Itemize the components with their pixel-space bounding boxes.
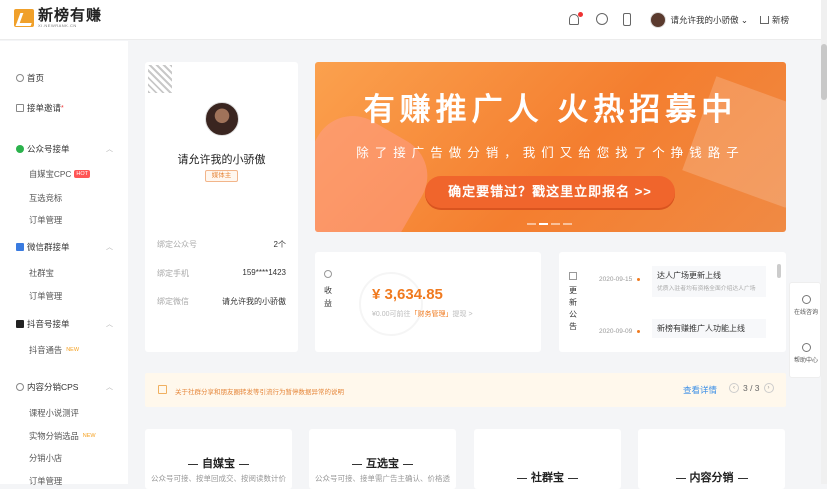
mobile-phone-icon[interactable]: [623, 13, 637, 27]
withdraw-link[interactable]: ¥0.00可前往「财务管理」提现 >: [372, 309, 473, 319]
scrollbar-thumb[interactable]: [821, 44, 827, 100]
chevron-up-icon[interactable]: ︿: [106, 144, 113, 154]
carousel-dots[interactable]: [527, 223, 572, 225]
alert-text[interactable]: 关于社群分享和朋友圈转发等引流行为暂停数据异常的说明: [175, 386, 344, 396]
sidebar-item-shequnbao[interactable]: 社群宝: [29, 267, 54, 279]
role-badge: 媒体主: [205, 170, 238, 182]
user-name-dropdown[interactable]: 请允许我的小骄傲 ⌄: [670, 14, 748, 26]
alert-bar: 关于社群分享和朋友圈转发等引流行为暂停数据异常的说明 查看详情 ‹ 3 / 3 …: [145, 373, 786, 407]
hot-badge: HOT: [74, 170, 91, 178]
sidebar-item-orders[interactable]: 订单管理: [29, 290, 62, 302]
product-card-content-cps[interactable]: 内容分销: [638, 429, 785, 489]
product-card-shequnbao[interactable]: 社群宝: [474, 429, 621, 489]
sidebar-group-content-cps[interactable]: 内容分销CPS: [16, 381, 78, 393]
page-scrollbar[interactable]: [821, 0, 827, 484]
logo[interactable]: 新榜有赚 XI.NEWRANK.CN: [14, 8, 102, 28]
sidebar-item-orders[interactable]: 订单管理: [29, 475, 62, 487]
notice-item[interactable]: 新榜有赚推广人功能上线: [652, 319, 766, 338]
wechat-icon: [16, 145, 24, 153]
invite-icon: [16, 104, 24, 112]
profile-row: 绑定手机 159****1423: [157, 268, 286, 278]
sidebar-group-wechat-official[interactable]: 公众号接单: [16, 143, 70, 155]
income-card: 收益 ¥ 3,634.85 ¥0.00可前往「财务管理」提现 >: [315, 252, 541, 352]
notice-date: 2020-09-09: [599, 328, 640, 335]
notification-bell-icon[interactable]: [569, 12, 584, 27]
home-icon: [16, 74, 24, 82]
chevron-up-icon[interactable]: ︿: [106, 242, 113, 252]
notice-card: 更新公告 2020-09-15 达人广场更新上线 优质入驻者均有资格全面介绍达人广…: [559, 252, 786, 352]
profile-card: 请允许我的小骄傲 媒体主 绑定公众号 2个 绑定手机 159****1423 绑定微…: [145, 62, 298, 352]
banner-subtitle: 除了接广告做分销，我们又给您找了个挣钱路子: [356, 146, 745, 160]
income-icon: [324, 270, 332, 278]
profile-name: 请允许我的小骄傲: [177, 154, 266, 166]
new-badge: NEW: [66, 347, 80, 353]
logo-title: 新榜有赚: [38, 7, 103, 24]
floating-helper: 在线咨询 帮助中心: [789, 282, 821, 378]
banner-title: 有赚推广人 火热招募中: [363, 92, 738, 127]
notice-label: 更新公告: [569, 286, 577, 331]
sidebar-item-shop[interactable]: 分销小店: [29, 452, 62, 464]
group-icon: [16, 243, 24, 251]
profile-row: 绑定公众号 2个: [157, 240, 286, 249]
help-icon: [801, 343, 811, 352]
sidebar-group-douyin[interactable]: 抖音号接单: [16, 318, 70, 330]
notice-item[interactable]: 达人广场更新上线 优质入驻者均有资格全面介绍达人广场: [652, 266, 766, 297]
sidebar: 首页 接单邀请 * 公众号接单 ︿ 自媒宝CPC HOT 互选竞标 订单管理 微信群…: [0, 41, 128, 487]
alert-pagination: ‹ 3 / 3 ›: [729, 383, 774, 393]
next-icon[interactable]: ›: [763, 383, 774, 393]
sidebar-item-home[interactable]: 首页: [16, 72, 44, 84]
notice-scrollbar[interactable]: [777, 264, 781, 278]
chevron-down-icon: ⌄: [740, 15, 748, 25]
speaker-icon: [158, 385, 167, 394]
product-card-zimeibao[interactable]: 自媒宝 公众号可接、按单回成交、按阅读数计价: [145, 429, 292, 489]
chevron-up-icon[interactable]: ︿: [106, 382, 113, 392]
promo-banner[interactable]: 有赚推广人 火热招募中 除了接广告做分销，我们又给您找了个挣钱路子 确定要错过？…: [315, 62, 786, 232]
sidebar-item-courses[interactable]: 课程小说测评: [29, 407, 79, 419]
top-bar: 新榜有赚 XI.NEWRANK.CN 请允许我的小骄傲 ⌄ 新榜: [0, 0, 827, 40]
sidebar-group-wechat-group[interactable]: 微信群接单: [16, 241, 70, 253]
unread-dot: [578, 12, 584, 17]
douyin-icon: [16, 320, 24, 328]
message-icon[interactable]: [596, 13, 610, 27]
sidebar-item-invite[interactable]: 接单邀请 *: [16, 102, 64, 114]
income-amount: ¥ 3,634.85: [372, 286, 443, 303]
help-center-button[interactable]: 帮助中心: [790, 343, 822, 364]
notice-date: 2020-09-15: [599, 276, 640, 283]
profile-row: 绑定微信 请允许我的小骄傲: [157, 297, 286, 306]
new-badge: NEW: [82, 433, 96, 439]
sidebar-item-zimeibao-cpc[interactable]: 自媒宝CPC HOT: [29, 168, 91, 180]
signup-button[interactable]: 确定要错过？戳这里立即报名 >>: [425, 176, 675, 208]
online-service-button[interactable]: 在线咨询: [790, 295, 822, 316]
headset-icon: [801, 295, 811, 304]
sidebar-item-product-select[interactable]: 实物分销选品 NEW: [29, 430, 96, 442]
logo-icon: [14, 9, 34, 27]
sidebar-item-douyin-notice[interactable]: 抖音通告 NEW: [29, 344, 79, 356]
user-avatar[interactable]: [650, 12, 667, 28]
prev-icon[interactable]: ‹: [729, 383, 739, 393]
home-link[interactable]: 新榜: [759, 14, 789, 26]
qr-code-icon[interactable]: [148, 65, 172, 93]
speaker-icon: [569, 272, 577, 280]
sidebar-item-orders[interactable]: 订单管理: [29, 214, 62, 226]
view-details-link[interactable]: 查看详情: [683, 384, 717, 396]
product-card-huxuanbao[interactable]: 互选宝 公众号可接、接单需广告主确认、价格透: [309, 429, 456, 489]
income-label: 收益: [324, 286, 332, 308]
sidebar-item-bidding[interactable]: 互选竞标: [29, 192, 62, 204]
income-ring: [359, 272, 423, 336]
share-icon: [16, 383, 24, 391]
home-icon: [759, 16, 769, 24]
profile-avatar[interactable]: [205, 102, 239, 136]
chevron-up-icon[interactable]: ︿: [106, 319, 113, 329]
